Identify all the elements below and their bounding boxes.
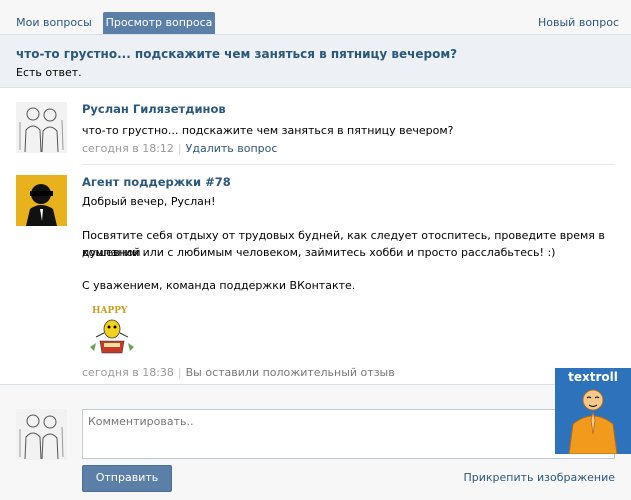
- monk-icon: [568, 389, 618, 454]
- answer-signature: С уважением, команда поддержки ВКонтакте…: [82, 279, 356, 292]
- post-text: что-то грустно... подскажите чем занятьс…: [82, 124, 454, 137]
- comment-area: Отправить Прикрепить изображение: [0, 384, 631, 500]
- tab-my-questions[interactable]: Мои вопросы: [10, 12, 98, 34]
- post-time: сегодня в 18:38: [82, 366, 174, 379]
- question-header: что-то грустно... подскажите чем занятьс…: [0, 35, 631, 88]
- support-agent-avatar[interactable]: [16, 175, 67, 226]
- tab-view-question[interactable]: Просмотр вопроса: [103, 12, 215, 34]
- watermark-label: textroll: [568, 370, 618, 384]
- question-status: Есть ответ.: [16, 66, 82, 79]
- send-button[interactable]: Отправить: [82, 465, 172, 492]
- user-avatar[interactable]: [16, 102, 67, 153]
- answer-post: Агент поддержки #78 Добрый вечер, Руслан…: [16, 175, 616, 380]
- answer-body-line2: компании или с любимым человеком, займит…: [82, 246, 556, 259]
- textroll-watermark: textroll: [555, 368, 631, 454]
- user-avatar[interactable]: [16, 409, 67, 460]
- tab-bar: Мои вопросы Просмотр вопроса Новый вопро…: [0, 0, 631, 35]
- question-post: Руслан Гилязетдинов что-то грустно... по…: [16, 102, 616, 162]
- post-meta: сегодня в 18:38 | Вы оставили положительны…: [82, 366, 395, 379]
- post-author[interactable]: Агент поддержки #78: [82, 175, 231, 189]
- post-time: сегодня в 18:12: [82, 142, 174, 155]
- question-title: что-то грустно... подскажите чем занятьс…: [16, 47, 458, 61]
- delete-question-link[interactable]: Удалить вопрос: [186, 142, 278, 155]
- post-divider: [82, 164, 615, 165]
- post-meta: сегодня в 18:12 | Удалить вопрос: [82, 142, 277, 155]
- happy-sticker: HAPPY: [82, 303, 142, 359]
- feedback-note: Вы оставили положительный отзыв: [185, 366, 395, 379]
- meta-separator: |: [177, 366, 182, 379]
- tab-new-question[interactable]: Новый вопрос: [538, 12, 619, 34]
- comment-input[interactable]: [82, 409, 615, 459]
- post-author[interactable]: Руслан Гилязетдинов: [82, 102, 226, 116]
- meta-separator: |: [177, 142, 182, 155]
- sticker-text: HAPPY: [92, 306, 128, 316]
- answer-greeting: Добрый вечер, Руслан!: [82, 195, 216, 208]
- attach-image-link[interactable]: Прикрепить изображение: [463, 471, 615, 484]
